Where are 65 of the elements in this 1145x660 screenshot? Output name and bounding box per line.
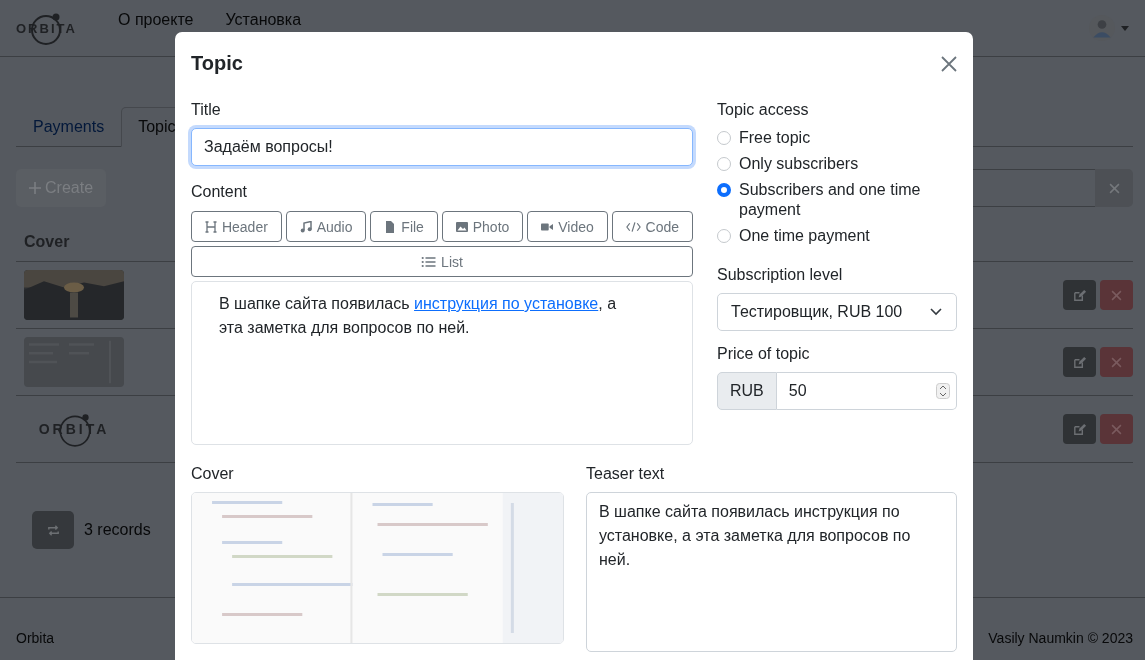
teaser-field[interactable]: В шапке сайта появилась инструкция по установке, а эта заметка для вопросов по ней. bbox=[586, 492, 957, 652]
field-label: Subscription level bbox=[717, 266, 844, 284]
radio-label[interactable]: Only subscribers bbox=[739, 154, 859, 174]
music-note-icon bbox=[299, 220, 312, 233]
radio-label[interactable]: Subscribers and one time payment bbox=[739, 180, 957, 220]
footer-text: Orbita bbox=[16, 630, 55, 646]
plus-icon bbox=[29, 182, 41, 194]
close-button[interactable] bbox=[939, 53, 959, 74]
close-icon bbox=[1111, 423, 1122, 435]
delete-button[interactable] bbox=[1100, 347, 1133, 377]
close-icon bbox=[1111, 289, 1122, 301]
currency-label: RUB bbox=[717, 372, 777, 410]
file-icon bbox=[384, 220, 397, 233]
edit-button[interactable] bbox=[1063, 347, 1096, 377]
tool-button[interactable]: List bbox=[191, 246, 693, 277]
close-icon bbox=[941, 55, 957, 72]
radio-label[interactable]: One time payment bbox=[739, 226, 870, 246]
tool-button[interactable]: Photo bbox=[441, 211, 524, 242]
list-icon bbox=[421, 255, 437, 268]
price-field[interactable]: 50 bbox=[776, 372, 957, 410]
edit-icon bbox=[1072, 354, 1087, 370]
field-label: Price of topic bbox=[717, 345, 811, 363]
chevron-down-icon bbox=[930, 308, 942, 316]
refresh-button[interactable] bbox=[32, 511, 74, 549]
code-icon bbox=[625, 220, 641, 233]
caret-icon[interactable] bbox=[1121, 25, 1129, 31]
modal-title: Topic bbox=[191, 52, 243, 75]
radio-label[interactable]: Free topic bbox=[739, 128, 811, 148]
instruction-link[interactable]: инструкция по установке bbox=[414, 295, 599, 312]
field-label: Cover bbox=[191, 465, 235, 483]
editor-paragraph: В шапке сайта появилась инструкция по установке, а эта заметка для вопросов по ней. bbox=[219, 294, 618, 338]
copyright-text: Vasily Naumkin © 2023 bbox=[988, 630, 1133, 646]
edit-icon bbox=[1072, 421, 1087, 437]
title-field[interactable]: Задаём вопросы! bbox=[191, 128, 693, 166]
stepper-icon[interactable] bbox=[936, 383, 950, 399]
field-label: Topic access bbox=[717, 101, 810, 119]
field-label: Content bbox=[191, 183, 249, 201]
radio-button[interactable] bbox=[717, 131, 731, 145]
record-count: 3 records bbox=[84, 521, 151, 539]
radio-button[interactable] bbox=[717, 229, 731, 243]
tab[interactable]: Payments bbox=[16, 107, 122, 147]
close-icon bbox=[1108, 182, 1120, 194]
edit-button[interactable] bbox=[1063, 280, 1096, 310]
nav-link[interactable]: Установка bbox=[225, 11, 302, 29]
radio-button[interactable] bbox=[717, 183, 731, 197]
nav-link[interactable]: О проекте bbox=[118, 11, 194, 29]
tool-button[interactable]: Audio bbox=[285, 211, 367, 242]
field-label: Title bbox=[191, 101, 222, 119]
edit-icon bbox=[1072, 287, 1087, 303]
edit-button[interactable] bbox=[1063, 414, 1096, 444]
column-header: Cover bbox=[24, 233, 70, 250]
tool-button[interactable]: Header bbox=[191, 211, 282, 242]
heading-icon bbox=[204, 220, 217, 233]
level-select[interactable]: Тестировщик, RUB 100 bbox=[717, 293, 957, 331]
tool-button[interactable]: Code bbox=[611, 211, 693, 242]
tool-button[interactable]: File bbox=[370, 211, 438, 242]
field-label: Teaser text bbox=[586, 465, 666, 483]
radio-button[interactable] bbox=[717, 157, 731, 171]
content-editor[interactable]: В шапке сайта появилась инструкция по установке, а эта заметка для вопросов по ней. bbox=[191, 281, 693, 445]
delete-button[interactable] bbox=[1100, 414, 1133, 444]
clear-button[interactable] bbox=[1095, 169, 1133, 207]
delete-button[interactable] bbox=[1100, 280, 1133, 310]
image-icon bbox=[455, 220, 468, 233]
close-icon bbox=[1111, 356, 1122, 368]
tool-button[interactable]: Video bbox=[527, 211, 608, 242]
